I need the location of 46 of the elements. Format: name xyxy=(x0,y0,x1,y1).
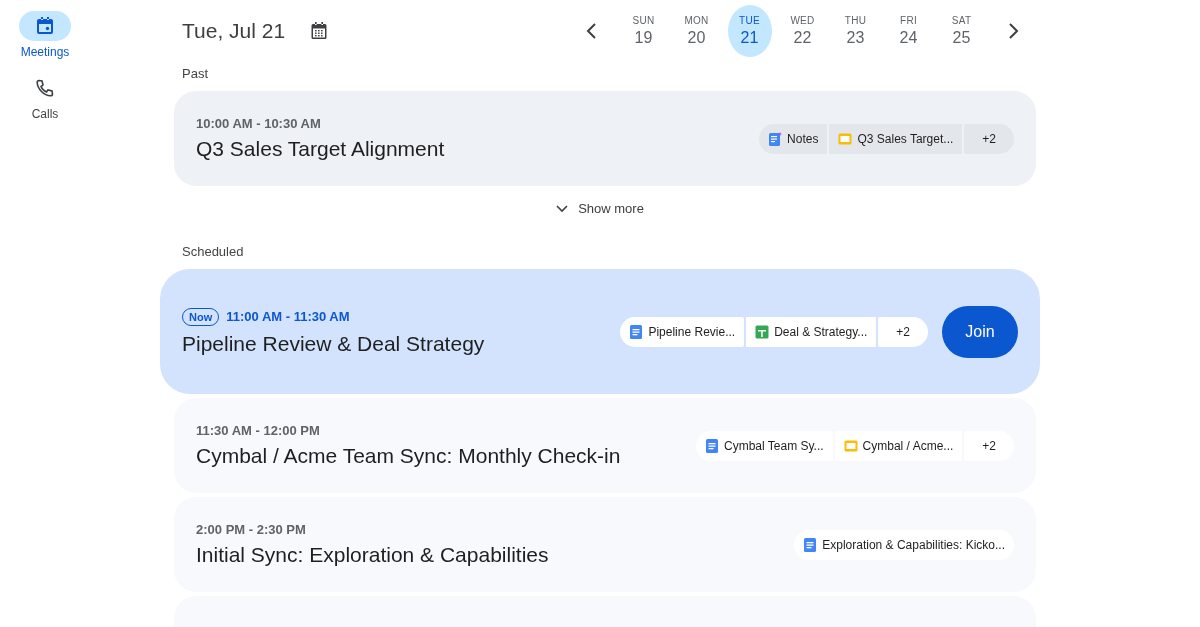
meeting-time: 2:00 PM - 2:30 PM xyxy=(196,522,306,537)
slides-icon xyxy=(838,131,853,146)
more-attachments-chip[interactable]: +2 xyxy=(964,123,1014,154)
attachment-chip[interactable]: Cymbal Team Sy... xyxy=(696,430,833,461)
week-day[interactable]: SAT 25 xyxy=(939,5,984,57)
meeting-card[interactable]: 11:30 AM - 12:00 PM Cymbal / Acme Team Sync: Monthly Check-in Cymbal Team Sy... Cymbal / Acme... +2 xyxy=(174,398,1036,493)
meeting-time: 11:30 AM - 12:00 PM xyxy=(196,423,320,438)
chevron-down-icon xyxy=(556,204,569,213)
week-day[interactable]: MON 20 xyxy=(674,5,719,57)
nav-item[interactable]: Calls xyxy=(19,73,71,121)
calendar-icon xyxy=(35,16,55,36)
section-heading: Scheduled xyxy=(181,243,245,261)
meeting-title: Pipeline Review & Deal Strategy xyxy=(182,331,486,356)
join-button[interactable]: Join xyxy=(942,305,1018,358)
meeting-time: 10:00 AM - 10:30 AM xyxy=(196,116,321,131)
spreadsheet-icon xyxy=(755,324,770,339)
week-day[interactable]: THU 23 xyxy=(833,5,878,57)
more-attachments-chip[interactable]: +2 xyxy=(964,430,1014,461)
meeting-title: Initial Sync: Exploration & Capabilities xyxy=(196,543,550,567)
week-day[interactable]: WED 22 xyxy=(780,5,825,57)
meeting-title: Q3 Sales Target Alignment xyxy=(196,137,446,161)
attachment-chip[interactable]: Q3 Sales Target... xyxy=(829,123,963,154)
phone-icon xyxy=(35,78,55,98)
meeting-card[interactable]: Now 11:00 AM - 11:30 AM Pipeline Review & Deal Strategy Pipeline Revie... Deal & Strategy... +2 Join xyxy=(160,269,1040,394)
meeting-time: 11:00 AM - 11:30 AM xyxy=(226,309,350,324)
show-more-button[interactable]: Show more xyxy=(550,200,650,217)
week-day[interactable]: FRI 24 xyxy=(886,5,931,57)
document-icon xyxy=(629,324,644,339)
calendar-icon[interactable] xyxy=(309,21,330,41)
week-day[interactable]: SUN 19 xyxy=(621,5,666,57)
attachment-chip[interactable]: Notes xyxy=(759,123,828,154)
meeting-card[interactable]: 2:00 PM - 2:30 PM Initial Sync: Exploration & Capabilities Exploration & Capabilities: Kicko... xyxy=(174,497,1036,592)
notes-icon xyxy=(768,131,783,146)
attachment-chip[interactable]: Exploration & Capabilities: Kicko... xyxy=(794,529,1014,560)
attachment-chip[interactable]: Deal & Strategy... xyxy=(746,316,877,347)
more-attachments-chip[interactable]: +2 xyxy=(878,316,928,347)
slides-icon xyxy=(843,438,858,453)
selected-date: Tue, Jul 21 xyxy=(182,19,286,43)
attachment-chip[interactable]: Cymbal / Acme... xyxy=(834,430,963,461)
meeting-card[interactable]: 10:00 AM - 10:30 AM Q3 Sales Target Alignment Notes Q3 Sales Target... +2 xyxy=(174,91,1036,186)
attachment-chip[interactable]: Pipeline Revie... xyxy=(620,316,745,347)
week-day[interactable]: TUE 21 xyxy=(727,5,772,57)
document-icon xyxy=(705,438,719,453)
document-icon xyxy=(803,537,818,552)
section-heading: Past xyxy=(181,65,209,83)
meeting-title: Cymbal / Acme Team Sync: Monthly Check-in xyxy=(196,444,622,468)
